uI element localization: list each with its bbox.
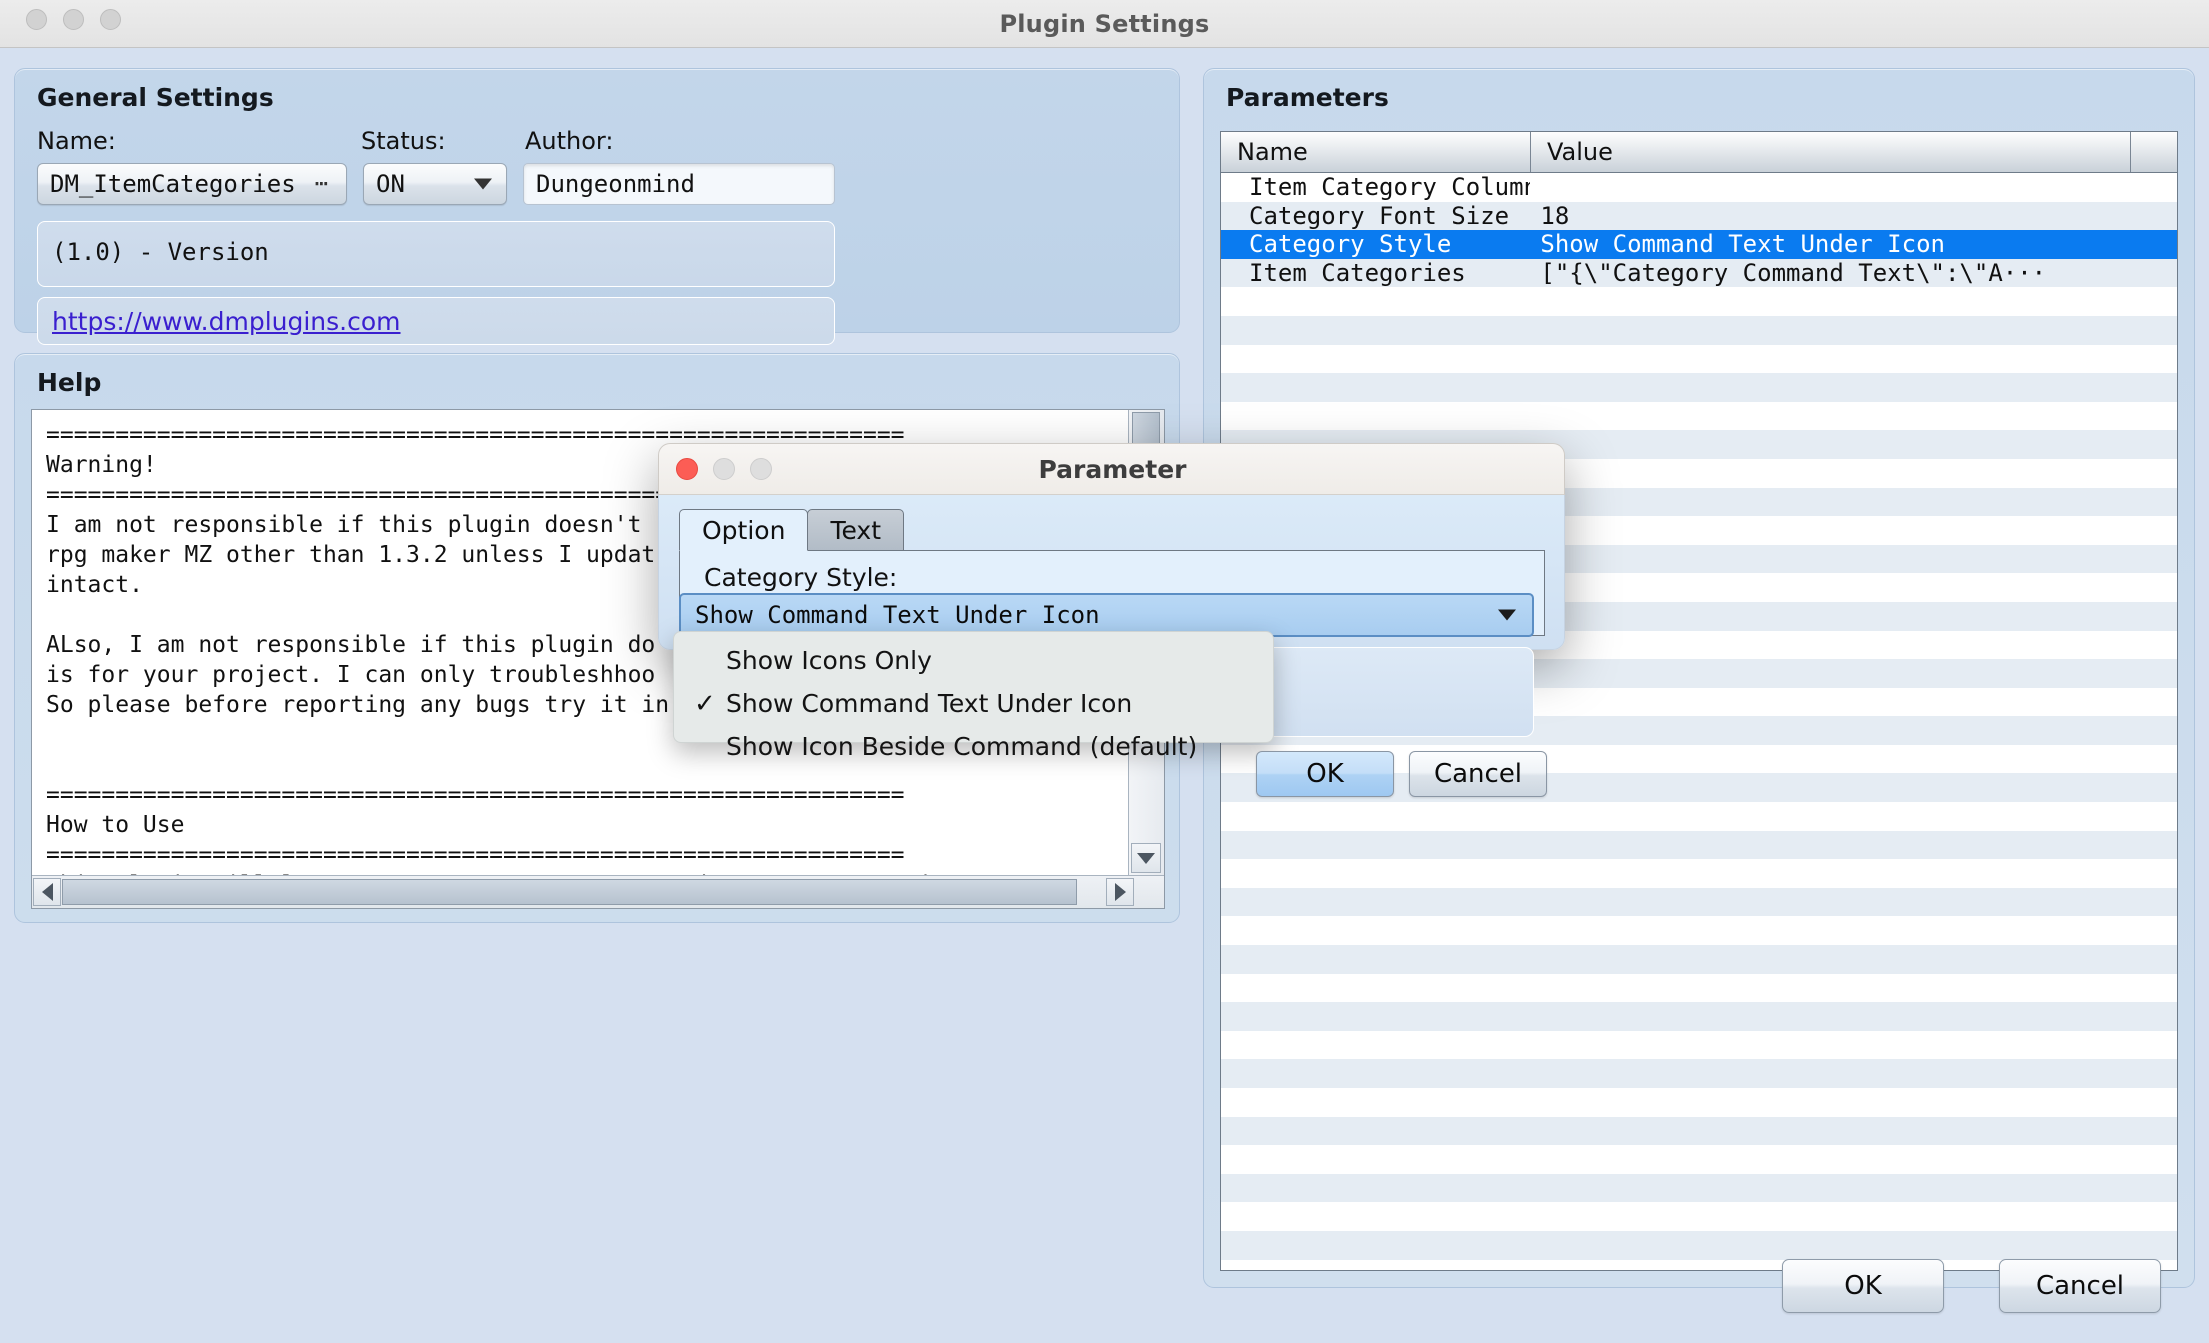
help-title: Help bbox=[37, 368, 102, 397]
website-box[interactable]: https://www.dmplugins.com bbox=[37, 297, 835, 345]
status-label: Status: bbox=[361, 127, 446, 155]
ok-button-label: OK bbox=[1844, 1271, 1882, 1301]
cell-name: Category Style bbox=[1249, 230, 1452, 259]
dialog-body: Option Text Category Style: Show Command… bbox=[658, 495, 1565, 797]
parameters-title: Parameters bbox=[1226, 83, 1389, 112]
table-row-selected[interactable]: Category Style Show Command Text Under Ic… bbox=[1221, 230, 2177, 259]
help-hscroll-thumb[interactable] bbox=[62, 879, 1077, 905]
chevron-down-icon[interactable] bbox=[1498, 609, 1516, 621]
plugin-name-value: DM_ItemCategories bbox=[50, 170, 296, 198]
chevron-down-icon bbox=[1137, 852, 1155, 864]
scroll-right-button[interactable] bbox=[1106, 878, 1134, 906]
table-header-row: Name Value bbox=[1221, 132, 2177, 173]
table-row[interactable] bbox=[1221, 802, 2177, 831]
table-row[interactable] bbox=[1221, 1145, 2177, 1174]
dropdown-option-label: Show Icon Beside Command (default) bbox=[726, 732, 1198, 761]
table-row[interactable] bbox=[1221, 973, 2177, 1003]
column-header-name[interactable]: Name bbox=[1221, 132, 1531, 172]
dialog-cancel-button[interactable]: Cancel bbox=[1409, 751, 1547, 797]
status-value: ON bbox=[376, 170, 405, 198]
table-row[interactable]: Category Font Size 18 bbox=[1221, 201, 2177, 231]
dropdown-option[interactable]: Show Icon Beside Command (default) bbox=[674, 725, 1273, 768]
tab-text[interactable]: Text bbox=[807, 509, 904, 551]
help-horizontal-scrollbar[interactable] bbox=[32, 875, 1164, 908]
version-text: (1.0) - Version bbox=[52, 238, 269, 266]
table-row[interactable] bbox=[1221, 945, 2177, 974]
version-box: (1.0) - Version bbox=[37, 221, 835, 287]
dropdown-option[interactable]: Show Icons Only bbox=[674, 639, 1273, 682]
general-settings-group: General Settings Name: Status: Author: D… bbox=[14, 68, 1180, 345]
author-label: Author: bbox=[525, 127, 614, 155]
tab-option-label: Option bbox=[702, 515, 786, 545]
table-row[interactable] bbox=[1221, 287, 2177, 316]
check-icon: ✓ bbox=[694, 688, 716, 719]
ellipsis-icon[interactable]: ⋯ bbox=[315, 172, 330, 197]
table-row[interactable] bbox=[1221, 916, 2177, 946]
cell-name: Category Font Size bbox=[1249, 201, 1510, 230]
window-title: Plugin Settings bbox=[999, 10, 1210, 38]
cell-value: 18 bbox=[1540, 201, 1570, 230]
cancel-button-label: Cancel bbox=[2035, 1271, 2125, 1301]
dropdown-option[interactable]: ✓ Show Command Text Under Icon bbox=[674, 682, 1273, 725]
category-style-label: Category Style: bbox=[704, 563, 898, 592]
table-row[interactable] bbox=[1221, 1230, 2177, 1260]
chevron-left-icon bbox=[41, 883, 53, 901]
table-row[interactable] bbox=[1221, 887, 2177, 917]
scroll-down-button[interactable] bbox=[1131, 843, 1161, 873]
dialog-cancel-label: Cancel bbox=[1433, 759, 1523, 789]
website-link[interactable]: https://www.dmplugins.com bbox=[52, 307, 401, 336]
table-row[interactable] bbox=[1221, 315, 2177, 345]
category-style-selected-value: Show Command Text Under Icon bbox=[695, 601, 1100, 629]
chevron-down-icon[interactable] bbox=[474, 178, 492, 190]
cell-value: ["{\"Category Command Text\":\"A··· bbox=[1540, 259, 2047, 288]
dialog-titlebar: Parameter bbox=[658, 443, 1565, 495]
dropdown-option-label: Show Icons Only bbox=[726, 646, 932, 675]
cell-name: Item Category Columns bbox=[1249, 173, 1531, 202]
table-row[interactable] bbox=[1221, 401, 2177, 431]
table-row[interactable] bbox=[1221, 1088, 2177, 1117]
dropdown-option-label: Show Command Text Under Icon bbox=[726, 689, 1133, 718]
author-value: Dungeonmind bbox=[536, 170, 695, 198]
scroll-left-button[interactable] bbox=[33, 878, 61, 906]
column-header-extra[interactable] bbox=[2131, 132, 2177, 172]
ok-button[interactable]: OK bbox=[1782, 1259, 1944, 1313]
table-row[interactable] bbox=[1221, 373, 2177, 402]
status-select[interactable]: ON bbox=[363, 163, 507, 205]
table-row[interactable] bbox=[1221, 859, 2177, 888]
table-row[interactable] bbox=[1221, 1173, 2177, 1203]
dialog-ok-button[interactable]: OK bbox=[1256, 751, 1394, 797]
chevron-right-icon bbox=[1114, 883, 1126, 901]
table-row[interactable] bbox=[1221, 1059, 2177, 1088]
cancel-button[interactable]: Cancel bbox=[1999, 1259, 2161, 1313]
table-row[interactable] bbox=[1221, 344, 2177, 374]
table-row[interactable] bbox=[1221, 1030, 2177, 1060]
table-row[interactable] bbox=[1221, 830, 2177, 860]
tab-text-label: Text bbox=[830, 515, 881, 545]
dialog-title: Parameter bbox=[1038, 455, 1187, 484]
column-header-value[interactable]: Value bbox=[1531, 132, 2131, 172]
table-row[interactable] bbox=[1221, 1002, 2177, 1031]
table-row[interactable] bbox=[1221, 1116, 2177, 1146]
cell-value: Show Command Text Under Icon bbox=[1540, 230, 1945, 259]
general-settings-title: General Settings bbox=[37, 83, 274, 112]
category-style-dropdown-menu[interactable]: Show Icons Only ✓ Show Command Text Under … bbox=[673, 631, 1274, 761]
tab-option[interactable]: Option bbox=[679, 509, 809, 551]
dialog-ok-label: OK bbox=[1306, 759, 1344, 789]
parameter-dialog: Parameter Option Text Category Style: Sh… bbox=[658, 443, 1565, 797]
window-titlebar: Plugin Settings bbox=[0, 0, 2209, 48]
table-row[interactable] bbox=[1221, 1202, 2177, 1231]
plugin-name-field[interactable]: DM_ItemCategories ⋯ bbox=[37, 163, 347, 205]
name-label: Name: bbox=[37, 127, 116, 155]
dialog-tabstrip: Option Text bbox=[679, 509, 904, 551]
cell-name: Item Categories bbox=[1249, 259, 1466, 288]
table-row[interactable]: Item Category Columns bbox=[1221, 173, 2177, 202]
author-field[interactable]: Dungeonmind bbox=[523, 163, 835, 205]
table-row[interactable]: Item Categories ["{\"Category Command Tex… bbox=[1221, 258, 2177, 288]
